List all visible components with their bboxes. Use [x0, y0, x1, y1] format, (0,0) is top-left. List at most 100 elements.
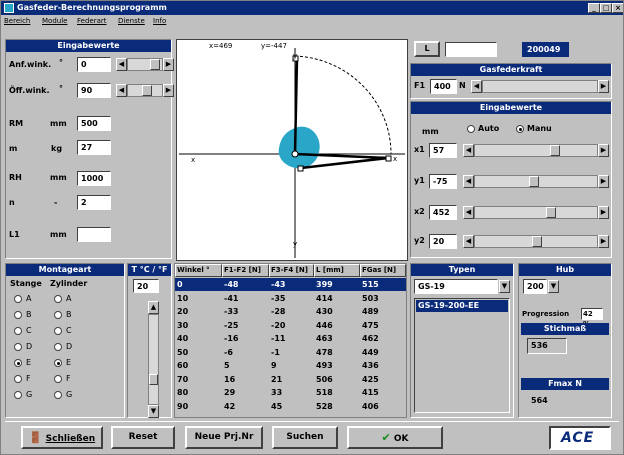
suchen-button[interactable]: Suchen	[272, 426, 338, 449]
f1-scroll-left-icon[interactable]: ◀	[471, 80, 482, 93]
temperature-slider-thumb[interactable]	[149, 374, 158, 385]
temperature-slider[interactable]	[148, 314, 159, 405]
f1-unit: N	[459, 81, 466, 90]
xy-slider-thumb[interactable]	[532, 236, 542, 247]
zylinder-radio[interactable]	[54, 359, 62, 367]
menu-module[interactable]: Module	[42, 15, 67, 28]
xy-slider[interactable]	[474, 144, 598, 157]
stange-radio[interactable]	[14, 295, 22, 303]
menu-bereich[interactable]: Bereich	[4, 15, 30, 28]
offwink-input[interactable]: 90	[77, 83, 111, 98]
xy-slider[interactable]	[474, 235, 598, 248]
typen-select[interactable]: GS-19	[414, 279, 498, 294]
menu-info[interactable]: Info	[153, 15, 166, 28]
xy-slider[interactable]	[474, 175, 598, 188]
temperature-input[interactable]: 20	[133, 279, 159, 293]
f1-input[interactable]: 400	[430, 79, 457, 94]
table-row[interactable]: 60 5 9 493 436	[175, 359, 406, 372]
zylinder-radio[interactable]	[54, 375, 62, 383]
zylinder-radio[interactable]	[54, 343, 62, 351]
manu-radio[interactable]	[516, 125, 524, 133]
table-cell: 463	[316, 334, 333, 343]
xy-row-input[interactable]: 57	[429, 143, 457, 158]
eingabewerte-left-panel: Eingabewerte Anf.wink. ° 0 ◀ ▶ Öff.wink.…	[5, 39, 174, 259]
neue-prj-button[interactable]: Neue Prj.Nr	[185, 426, 263, 449]
table-row[interactable]: 0 -48 -43 399 515	[175, 278, 406, 291]
stange-radio[interactable]	[14, 311, 22, 319]
stichmass-value: 536	[527, 338, 567, 354]
offwink-slider-thumb[interactable]	[142, 85, 152, 96]
reset-button[interactable]: Reset	[111, 426, 175, 449]
zylinder-radio[interactable]	[54, 327, 62, 335]
hub-dropdown-icon[interactable]: ▼	[548, 280, 559, 293]
anfwink-scroll-right-icon[interactable]: ▶	[163, 58, 174, 71]
typen-dropdown-icon[interactable]: ▼	[499, 280, 510, 293]
xy-slider[interactable]	[474, 206, 598, 219]
xy-scroll-left-icon[interactable]: ◀	[463, 235, 474, 248]
anfwink-input[interactable]: 0	[77, 57, 111, 72]
temperature-scroll-down-icon[interactable]: ▼	[148, 405, 159, 418]
hub-select[interactable]: 200	[523, 279, 547, 294]
n-input[interactable]: 2	[77, 195, 111, 210]
xy-scroll-left-icon[interactable]: ◀	[463, 206, 474, 219]
table-row[interactable]: 70 16 21 506 425	[175, 373, 406, 386]
stange-radio[interactable]	[14, 343, 22, 351]
close-icon[interactable]: ×	[612, 3, 623, 13]
stange-option-label: C	[26, 326, 32, 335]
xy-row-input[interactable]: -75	[429, 174, 457, 189]
typen-list-item[interactable]: GS-19-200-EE	[416, 300, 508, 312]
xy-slider-thumb[interactable]	[550, 145, 560, 156]
rh-input[interactable]: 1000	[77, 171, 111, 186]
table-row[interactable]: 10 -41 -35 414 503	[175, 292, 406, 305]
anfwink-slider[interactable]	[127, 58, 163, 71]
xy-row-input[interactable]: 20	[429, 234, 457, 249]
schliessen-button[interactable]: 🚪 Schließen	[21, 426, 103, 449]
menu-dienste[interactable]: Dienste	[118, 15, 145, 28]
zylinder-radio[interactable]	[54, 311, 62, 319]
m-input[interactable]: 27	[77, 140, 111, 155]
stange-radio[interactable]	[14, 375, 22, 383]
stange-radio[interactable]	[14, 359, 22, 367]
table-row[interactable]: 20 -33 -28 430 489	[175, 305, 406, 318]
xy-scroll-right-icon[interactable]: ▶	[598, 206, 609, 219]
xy-slider-thumb[interactable]	[546, 207, 556, 218]
offwink-scroll-right-icon[interactable]: ▶	[163, 84, 174, 97]
l-button[interactable]: L	[414, 41, 440, 57]
temperature-scroll-up-icon[interactable]: ▲	[148, 301, 159, 314]
xy-slider-thumb[interactable]	[529, 176, 539, 187]
xy-scroll-right-icon[interactable]: ▶	[598, 144, 609, 157]
xy-scroll-right-icon[interactable]: ▶	[598, 235, 609, 248]
maximize-icon[interactable]: □	[600, 3, 612, 13]
auto-radio[interactable]	[467, 125, 475, 133]
table-cell: 430	[316, 307, 333, 316]
col-winkel: Winkel °	[175, 264, 222, 277]
zylinder-radio[interactable]	[54, 391, 62, 399]
table-row[interactable]: 50 -6 -1 478 449	[175, 346, 406, 359]
stange-radio[interactable]	[14, 327, 22, 335]
xy-row-input[interactable]: 452	[429, 205, 457, 220]
table-row[interactable]: 30 -25 -20 446 475	[175, 319, 406, 332]
stange-option-label: E	[26, 358, 32, 367]
stange-radio[interactable]	[14, 391, 22, 399]
menu-federart[interactable]: Federart	[77, 15, 107, 28]
anfwink-slider-thumb[interactable]	[150, 59, 160, 70]
table-row[interactable]: 40 -16 -11 463 462	[175, 332, 406, 345]
anfwink-scroll-left-icon[interactable]: ◀	[116, 58, 127, 71]
table-row[interactable]: 80 29 33 518 415	[175, 386, 406, 399]
rm-input[interactable]: 500	[77, 116, 111, 131]
table-cell: 515	[362, 280, 379, 289]
offwink-slider[interactable]	[127, 84, 163, 97]
table-row[interactable]: 90 42 45 528 406	[175, 400, 406, 413]
xy-scroll-left-icon[interactable]: ◀	[463, 175, 474, 188]
xy-scroll-right-icon[interactable]: ▶	[598, 175, 609, 188]
xy-scroll-left-icon[interactable]: ◀	[463, 144, 474, 157]
l-input[interactable]	[445, 42, 497, 57]
ok-button[interactable]: ✔ OK	[347, 426, 443, 449]
f1-scroll-right-icon[interactable]: ▶	[598, 80, 609, 93]
l1-input[interactable]	[77, 227, 111, 242]
zylinder-radio[interactable]	[54, 295, 62, 303]
offwink-scroll-left-icon[interactable]: ◀	[116, 84, 127, 97]
col-f3f4: F3-F4 [N]	[269, 264, 314, 277]
f1-slider[interactable]	[482, 80, 598, 93]
minimize-icon[interactable]: _	[588, 3, 600, 13]
